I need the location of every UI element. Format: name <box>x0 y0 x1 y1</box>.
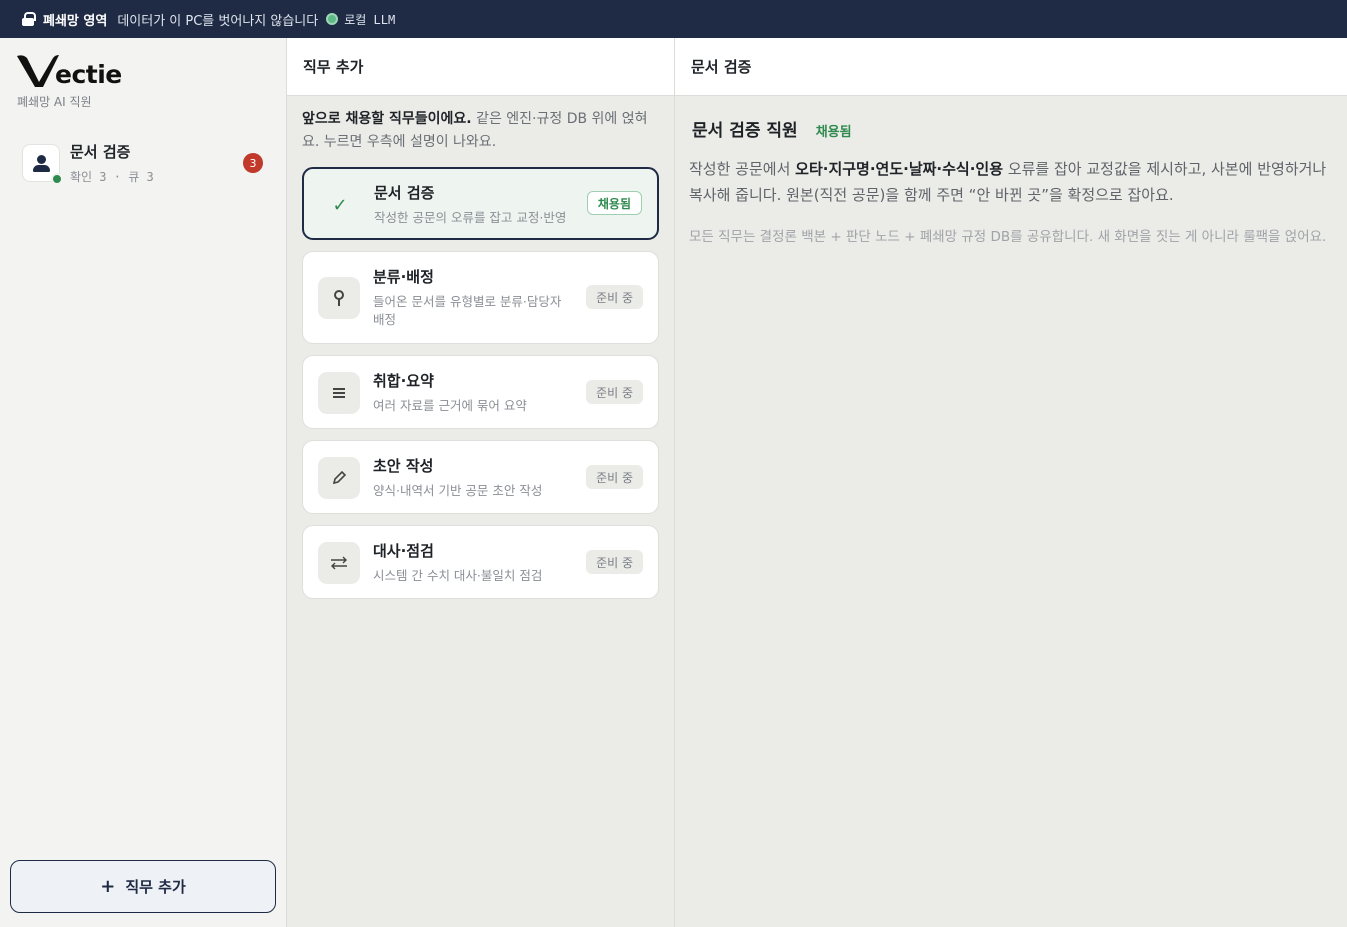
job-card-title: 취합·요약 <box>373 372 434 390</box>
detail-title: 문서 검증 직원 <box>692 121 798 141</box>
person-icon-body <box>33 165 50 172</box>
job-card-title: 대사·점검 <box>373 542 434 560</box>
data-notice: 데이터가 이 PC를 벗어나지 않습니다 <box>117 13 319 29</box>
status-badge: 준비 중 <box>586 285 643 309</box>
top-bar: 폐쇄망 영역 데이터가 이 PC를 벗어나지 않습니다 로컬 LLM <box>0 0 1347 38</box>
intro-text: 앞으로 채용할 직무들이에요. 같은 엔진·규정 DB 위에 얹혀요. 누르면 … <box>302 108 662 154</box>
sidebar-item-meta: 확인 3 · 큐 3 <box>70 170 154 184</box>
job-list-panel: 직무 추가 앞으로 채용할 직무들이에요. 같은 엔진·규정 DB 위에 얹혀요… <box>287 38 675 927</box>
closed-network-label: 폐쇄망 영역 <box>43 13 108 29</box>
job-card-desc: 작성한 공문의 오류를 잡고 교정·반영 <box>374 210 567 225</box>
job-card-reconciliation[interactable]: 대사·점검 시스템 간 수치 대사·불일치 점검 준비 중 <box>302 525 659 599</box>
intro-bold: 앞으로 채용할 직무들이에요. <box>302 111 472 127</box>
status-badge: 준비 중 <box>586 380 643 404</box>
add-job-button[interactable]: + 직무 추가 <box>10 860 276 913</box>
job-detail-panel: 문서 검증 문서 검증 직원 채용됨 작성한 공문에서 오타·지구명·연도·날짜… <box>675 38 1347 927</box>
detail-status: 채용됨 <box>815 125 852 140</box>
job-card-title: 초안 작성 <box>373 457 434 475</box>
desc-bold: 오타·지구명·연도·날짜·수식·인용 <box>795 160 1004 178</box>
count-badge: 3 <box>243 153 263 173</box>
job-card-desc: 들어온 문서를 유형별로 분류·담당자 배정 <box>373 294 562 327</box>
job-card-desc: 양식·내역서 기반 공문 초안 작성 <box>373 483 543 498</box>
desc-pre: 작성한 공문에서 <box>689 160 796 178</box>
avatar <box>22 144 63 185</box>
job-card-classification[interactable]: 분류·배정 들어온 문서를 유형별로 분류·담당자 배정 준비 중 <box>302 251 659 344</box>
detail-panel-title: 문서 검증 <box>675 38 1347 96</box>
status-badge: 준비 중 <box>586 550 643 574</box>
add-job-button-label: 직무 추가 <box>125 878 186 896</box>
detail-heading: 문서 검증 직원 채용됨 <box>692 116 852 141</box>
detail-description: 작성한 공문에서 오타·지구명·연도·날짜·수식·인용 오류를 잡아 교정값을 … <box>689 156 1334 208</box>
online-status-icon <box>51 173 63 185</box>
logo-v-icon <box>17 55 59 87</box>
job-card-title: 분류·배정 <box>373 268 434 286</box>
plus-icon: + <box>100 876 116 897</box>
pin-icon <box>318 277 360 319</box>
job-card-summary[interactable]: 취합·요약 여러 자료를 근거에 묶어 요약 준비 중 <box>302 355 659 429</box>
panel-title: 직무 추가 <box>287 38 674 96</box>
person-icon <box>37 155 46 164</box>
list-icon <box>318 372 360 414</box>
local-llm-label: 로컬 LLM <box>344 12 396 27</box>
job-card-draft[interactable]: 초안 작성 양식·내역서 기반 공문 초안 작성 준비 중 <box>302 440 659 514</box>
logo-text: ectie <box>55 60 122 89</box>
logo: ectie <box>17 54 122 88</box>
sidebar-item-title: 문서 검증 <box>70 143 131 161</box>
sidebar: ectie 폐쇄망 AI 직원 문서 검증 확인 3 · 큐 3 3 + 직무 … <box>0 38 287 927</box>
sidebar-item-document-verification[interactable]: 문서 검증 확인 3 · 큐 3 3 <box>14 134 273 192</box>
status-badge: 채용됨 <box>586 191 642 215</box>
detail-note: 모든 직무는 결정론 백본 + 판단 노드 + 폐쇄망 규정 DB를 공유합니다… <box>689 229 1327 245</box>
pencil-icon <box>318 457 360 499</box>
status-badge: 준비 중 <box>586 465 643 489</box>
lock-icon <box>22 12 36 26</box>
logo-subtitle: 폐쇄망 AI 직원 <box>17 95 92 109</box>
job-card-document-verification[interactable]: ✓ 문서 검증 작성한 공문의 오류를 잡고 교정·반영 채용됨 <box>302 167 659 240</box>
status-dot-icon <box>326 13 339 25</box>
job-card-desc: 시스템 간 수치 대사·불일치 점검 <box>373 568 543 583</box>
job-card-desc: 여러 자료를 근거에 묶어 요약 <box>373 398 527 413</box>
swap-icon <box>318 542 360 584</box>
check-icon: ✓ <box>332 194 348 216</box>
job-card-title: 문서 검증 <box>374 184 435 202</box>
